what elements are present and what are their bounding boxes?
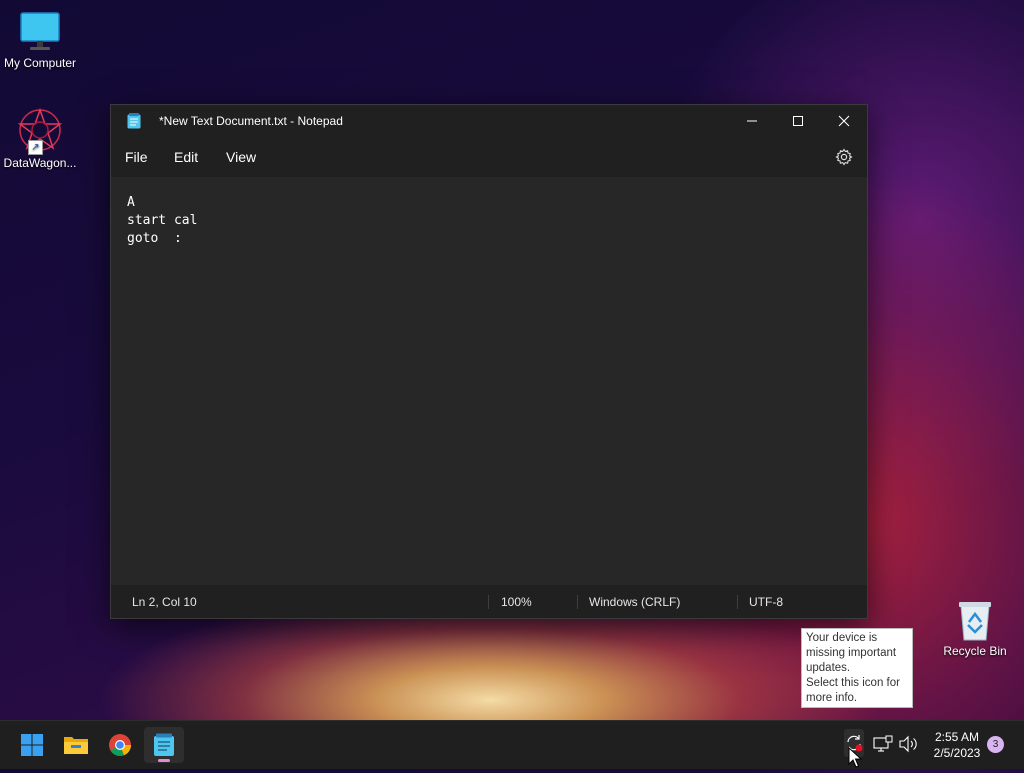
notification-count-badge[interactable]: 3 [987, 736, 1004, 753]
menu-file[interactable]: File [125, 149, 148, 165]
monitor-icon [18, 10, 62, 54]
encoding: UTF-8 [749, 595, 783, 609]
taskbar-chrome[interactable] [100, 727, 140, 763]
close-icon [838, 115, 850, 127]
settings-gear-icon[interactable] [835, 148, 853, 166]
status-divider [488, 595, 489, 609]
desktop-icon-recycle-bin[interactable]: Recycle Bin [935, 598, 1015, 658]
status-divider [737, 595, 738, 609]
mouse-cursor-icon [848, 746, 863, 773]
zoom-level: 100% [501, 595, 532, 609]
taskbar-file-explorer[interactable] [56, 727, 96, 763]
file-explorer-icon [64, 737, 88, 754]
start-icon [21, 734, 43, 756]
title-bar[interactable]: *New Text Document.txt - Notepad [111, 105, 867, 137]
text-editor[interactable]: A start cal goto : [111, 177, 867, 583]
desktop-icon-my-computer[interactable]: My Computer [0, 10, 80, 70]
taskbar-clock[interactable]: 2:55 AM 2/5/2023 [926, 729, 988, 761]
status-divider [577, 595, 578, 609]
line-ending: Windows (CRLF) [589, 595, 681, 609]
taskbar: 2:55 AM 2/5/2023 [0, 720, 1024, 769]
notepad-app-icon [127, 113, 141, 129]
desktop-icon-datawagon[interactable]: ↗ DataWagon... [0, 106, 80, 170]
cursor-position: Ln 2, Col 10 [132, 595, 197, 609]
desktop-icon-label: Recycle Bin [943, 644, 1007, 658]
volume-icon [899, 735, 917, 753]
taskbar-notepad[interactable] [144, 727, 184, 763]
network-icon [873, 735, 893, 752]
menu-view[interactable]: View [226, 149, 256, 165]
recycle-bin-icon [955, 598, 995, 642]
minimize-icon [747, 120, 757, 122]
shortcut-arrow-icon: ↗ [28, 140, 43, 155]
maximize-icon [793, 116, 803, 126]
maximize-button[interactable] [775, 105, 821, 137]
notepad-icon [154, 733, 174, 756]
start-button[interactable] [12, 727, 52, 763]
tooltip-line: Your device is missing important updates… [806, 632, 897, 674]
desktop-icon-label: DataWagon... [3, 156, 77, 170]
datawagon-logo-icon: ↗ [16, 106, 64, 155]
notepad-window[interactable]: *New Text Document.txt - Notepad File Ed… [110, 104, 868, 619]
clock-date: 2/5/2023 [933, 746, 981, 760]
window-title: *New Text Document.txt - Notepad [159, 114, 343, 128]
desktop-icon-label: My Computer [3, 56, 77, 70]
close-button[interactable] [821, 105, 867, 137]
update-tooltip: Your device is missing important updates… [801, 628, 913, 708]
clock-time: 2:55 AM [934, 730, 980, 744]
volume-tray-button[interactable] [898, 735, 918, 758]
menu-bar: File Edit View [111, 137, 867, 177]
network-tray-button[interactable] [873, 735, 893, 758]
minimize-button[interactable] [729, 105, 775, 137]
status-bar: Ln 2, Col 10 100% Windows (CRLF) UTF-8 [111, 585, 867, 618]
tooltip-line: Select this icon for more info. [806, 677, 900, 704]
editor-content[interactable]: A start cal goto : [127, 194, 197, 248]
active-app-indicator [158, 759, 170, 762]
menu-edit[interactable]: Edit [174, 149, 198, 165]
chrome-icon [109, 734, 132, 757]
